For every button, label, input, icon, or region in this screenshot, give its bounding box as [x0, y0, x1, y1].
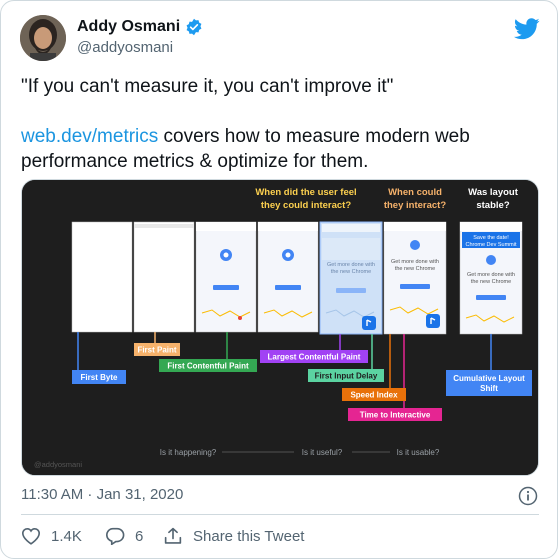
bottom-q3: Is it usable? — [397, 448, 440, 457]
tweet-quote: "If you can't measure it, you can't impr… — [21, 76, 394, 97]
tweet-card: Addy Osmani @addyosmani "If you can't me… — [0, 0, 558, 559]
like-count: 1.4K — [51, 527, 82, 545]
frame-text-7: Get more done with — [467, 272, 515, 278]
tweet-body-line1: web.dev/metrics covers how to measure mo… — [21, 124, 541, 149]
question-feel-line2: they could interact? — [261, 200, 351, 211]
question-stable-line2: stable? — [476, 200, 509, 211]
frame-text-4: the new Chrome — [395, 266, 435, 272]
frame-text-2: the new Chrome — [331, 269, 371, 275]
metric-fid: First Input Delay — [308, 369, 384, 382]
avatar[interactable] — [20, 15, 66, 61]
frame-google-3-highlight: Get more done with the new Chrome — [319, 221, 383, 335]
metric-fcp: First Contentful Paint — [159, 359, 257, 372]
svg-text:First Input Delay: First Input Delay — [315, 372, 378, 381]
metric-tti: Time to Interactive — [348, 408, 442, 421]
share-button[interactable]: Share this Tweet — [163, 525, 304, 547]
info-icon[interactable] — [518, 486, 538, 506]
author-name[interactable]: Addy Osmani — [77, 18, 180, 36]
tweet-timestamp[interactable]: 11:30 AM · Jan 31, 2020 — [21, 486, 183, 503]
frame-text-3: Get more done with — [391, 259, 439, 265]
metric-cls: Cumulative Layout Shift — [446, 370, 532, 396]
frame-google-1 — [195, 221, 257, 333]
tweet-link[interactable]: web.dev/metrics — [21, 126, 158, 147]
reply-button[interactable]: 6 — [105, 525, 143, 547]
watermark: @addyosmani — [34, 460, 82, 469]
metric-first-paint: First Paint — [134, 343, 180, 356]
frame-text-5: Save the date! — [473, 235, 509, 241]
metric-speed-index: Speed Index — [342, 388, 406, 401]
tweet-text: "If you can't measure it, you can't impr… — [21, 74, 541, 174]
like-button[interactable]: 1.4K — [21, 525, 82, 547]
share-label: Share this Tweet — [193, 527, 305, 545]
question-could-line1: When could — [388, 187, 442, 198]
svg-text:Time to Interactive: Time to Interactive — [360, 411, 431, 420]
frame-blank-2 — [133, 221, 195, 333]
tweet-body-line2: performance metrics & optimize for them. — [21, 151, 369, 172]
metric-lcp: Largest Contentful Paint — [260, 350, 368, 363]
svg-text:First Byte: First Byte — [81, 373, 118, 382]
tweet-media-image[interactable]: When did the user feel they could intera… — [21, 179, 539, 476]
question-stable-line1: Was layout — [468, 187, 519, 198]
tweet-body-rest: covers how to measure modern web — [158, 126, 470, 147]
metrics-diagram: When did the user feel they could intera… — [22, 180, 538, 475]
frame-google-4: Get more done with the new Chrome — [383, 221, 447, 335]
frame-google-2 — [257, 221, 319, 333]
svg-text:Speed Index: Speed Index — [350, 391, 398, 400]
frame-text-6: Chrome Dev Summit — [465, 242, 517, 248]
frame-text-8: the new Chrome — [471, 279, 511, 285]
frame-text-1: Get more done with — [327, 262, 375, 268]
divider — [21, 514, 539, 515]
frame-blank-1 — [71, 221, 133, 333]
verified-badge-icon — [186, 18, 202, 36]
svg-text:Shift: Shift — [480, 384, 498, 393]
svg-text:Cumulative Layout: Cumulative Layout — [453, 374, 525, 383]
metric-first-byte: First Byte — [72, 370, 126, 384]
heart-icon — [21, 527, 41, 545]
avatar-image — [20, 15, 66, 61]
twitter-bird-icon[interactable] — [514, 18, 540, 40]
frame-google-5-shift: Save the date! Chrome Dev Summit Get mor… — [459, 221, 523, 335]
question-feel-line1: When did the user feel — [255, 187, 356, 198]
question-could-line2: they interact? — [384, 200, 446, 211]
bottom-q2: Is it useful? — [302, 448, 343, 457]
svg-text:Largest Contentful Paint: Largest Contentful Paint — [268, 353, 361, 362]
author-handle[interactable]: @addyosmani — [77, 39, 173, 56]
reply-count: 6 — [135, 527, 144, 545]
share-icon — [164, 527, 182, 544]
svg-text:First Contentful Paint: First Contentful Paint — [167, 362, 249, 371]
bottom-q1: Is it happening? — [160, 448, 217, 457]
reply-icon — [105, 527, 125, 545]
svg-text:First Paint: First Paint — [137, 346, 176, 355]
